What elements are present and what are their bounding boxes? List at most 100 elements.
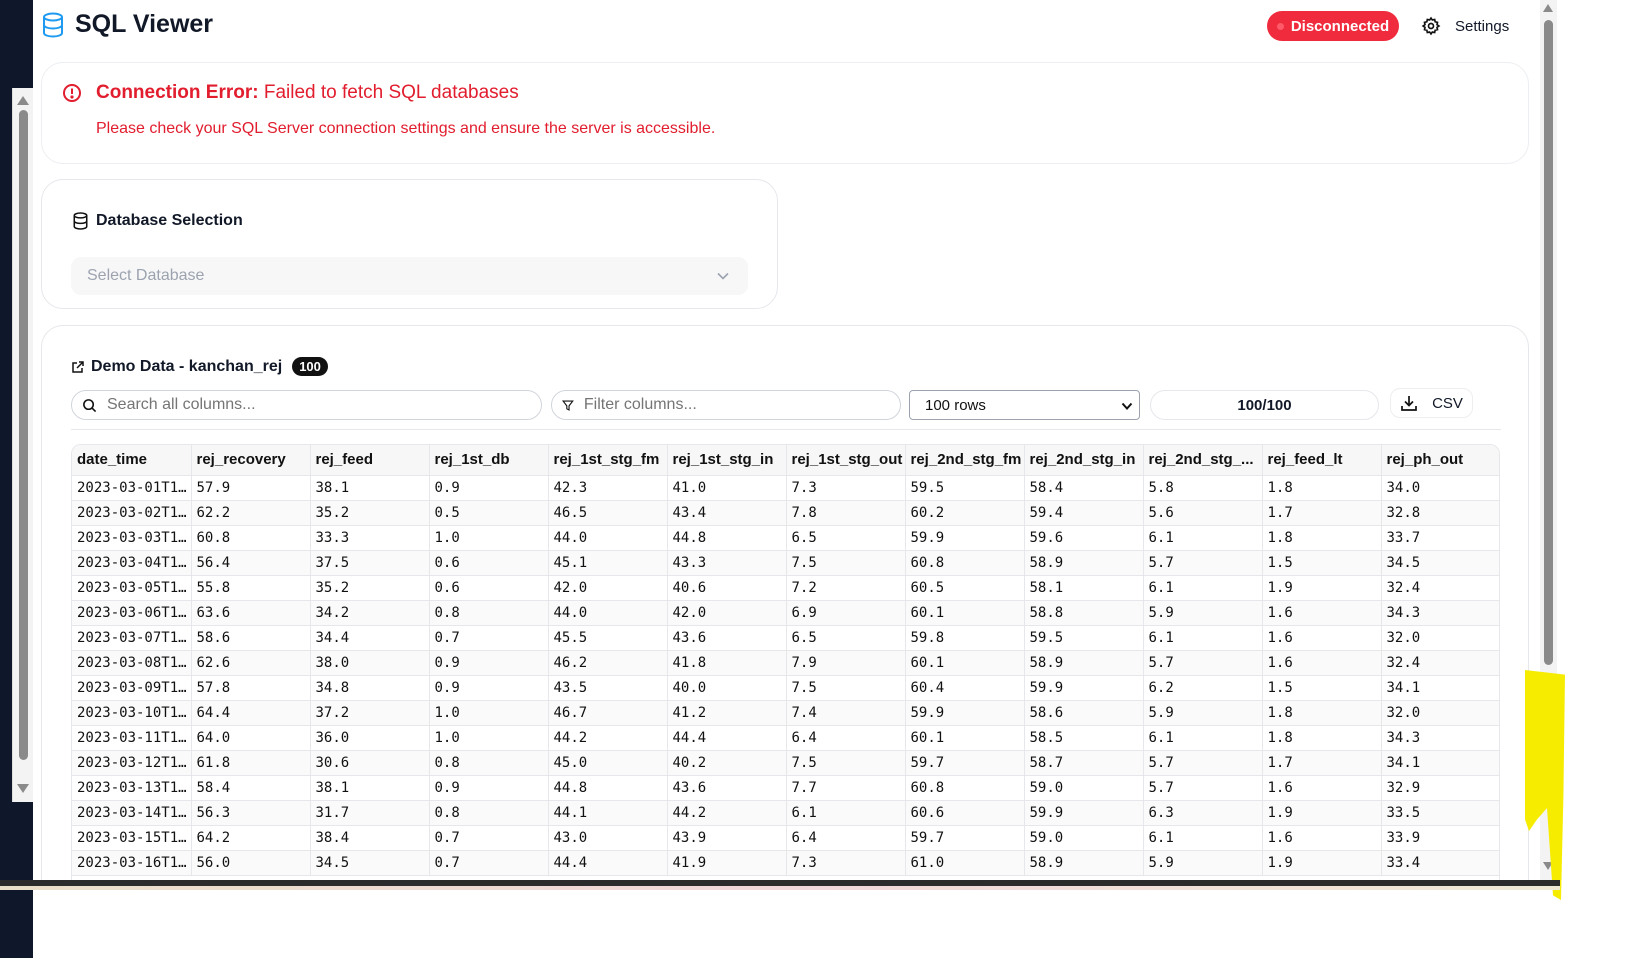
left-scrollbar-thumb[interactable] — [19, 110, 28, 760]
column-header[interactable]: rej_feed_lt — [1262, 445, 1382, 476]
table-cell: 59.6 — [1024, 525, 1144, 551]
table-cell: 6.4 — [786, 825, 906, 851]
left-scrollbar[interactable] — [12, 88, 33, 802]
table-row[interactable]: 2023-03-05T1… 55.8 35.2 0.6 42.0 40.6 7.2 60.5 5… — [72, 575, 1499, 601]
table-cell: 1.9 — [1262, 850, 1382, 876]
table-cell: 60.5 — [905, 575, 1025, 601]
column-header[interactable]: rej_2nd_stg_in — [1024, 445, 1144, 476]
table-cell: 6.1 — [1143, 725, 1263, 751]
table-cell: 37.2 — [310, 700, 430, 726]
table-cell: 5.9 — [1143, 850, 1263, 876]
rows-per-page-select[interactable]: 100 rows — [909, 390, 1140, 420]
column-header[interactable]: rej_feed — [310, 445, 430, 476]
table-cell: 32.9 — [1381, 775, 1499, 801]
column-header[interactable]: rej_ph_out — [1381, 445, 1499, 476]
table-cell: 1.0 — [429, 725, 549, 751]
database-select-dropdown[interactable]: Select Database — [71, 257, 748, 295]
table-row[interactable]: 2023-03-16T1… 56.0 34.5 0.7 44.4 41.9 7.3 61.0 5… — [72, 850, 1499, 876]
column-header[interactable]: rej_2nd_stg_... — [1143, 445, 1263, 476]
table-cell: 34.1 — [1381, 750, 1499, 776]
table-row[interactable]: 2023-03-04T1… 56.4 37.5 0.6 45.1 43.3 7.5 60.8 5… — [72, 550, 1499, 576]
table-cell: 60.1 — [905, 600, 1025, 626]
table-row[interactable]: 2023-03-15T1… 64.2 38.4 0.7 43.0 43.9 6.4 59.7 5… — [72, 825, 1499, 851]
column-header[interactable]: rej_1st_stg_out — [786, 445, 906, 476]
table-cell: 34.5 — [1381, 550, 1499, 576]
table-cell: 42.0 — [667, 600, 787, 626]
settings-button[interactable]: Settings — [1421, 12, 1509, 40]
table-cell: 6.1 — [1143, 525, 1263, 551]
table-cell: 2023-03-01T1… — [72, 475, 192, 501]
table-cell: 38.0 — [310, 650, 430, 676]
column-header[interactable]: rej_2nd_stg_fm — [905, 445, 1025, 476]
search-all-columns-field[interactable] — [71, 390, 542, 420]
data-table-title: Demo Data - kanchan_rej — [91, 357, 283, 375]
column-header[interactable]: rej_1st_stg_in — [667, 445, 787, 476]
table-cell: 0.7 — [429, 850, 549, 876]
table-row[interactable]: 2023-03-02T1… 62.2 35.2 0.5 46.5 43.4 7.8 60.2 5… — [72, 500, 1499, 526]
column-header[interactable]: rej_recovery — [191, 445, 311, 476]
scroll-up-arrow-icon[interactable] — [1543, 4, 1553, 12]
table-cell: 2023-03-15T1… — [72, 825, 192, 851]
table-cell: 59.7 — [905, 750, 1025, 776]
table-row[interactable]: 2023-03-09T1… 57.8 34.8 0.9 43.5 40.0 7.5 60.4 5… — [72, 675, 1499, 701]
table-row[interactable]: 2023-03-01T1… 57.9 38.1 0.9 42.3 41.0 7.3 59.5 5… — [72, 475, 1499, 501]
table-cell: 60.1 — [905, 650, 1025, 676]
table-row[interactable]: 2023-03-13T1… 58.4 38.1 0.9 44.8 43.6 7.7 60.8 5… — [72, 775, 1499, 801]
scroll-down-arrow-icon[interactable] — [17, 784, 29, 793]
table-cell: 0.9 — [429, 775, 549, 801]
data-table-card: Demo Data - kanchan_rej 100 100 rows 100… — [41, 325, 1529, 880]
table-cell: 57.9 — [191, 475, 311, 501]
table-cell: 5.9 — [1143, 700, 1263, 726]
table-row[interactable]: 2023-03-07T1… 58.6 34.4 0.7 45.5 43.6 6.5 59.8 5… — [72, 625, 1499, 651]
table-cell: 6.1 — [786, 800, 906, 826]
table-cell: 59.5 — [905, 475, 1025, 501]
table-cell: 1.8 — [1262, 475, 1382, 501]
table-cell: 34.0 — [1381, 475, 1499, 501]
export-csv-button[interactable]: CSV — [1390, 388, 1473, 418]
table-cell: 1.6 — [1262, 600, 1382, 626]
table-row[interactable]: 2023-03-08T1… 62.6 38.0 0.9 46.2 41.8 7.9 60.1 5… — [72, 650, 1499, 676]
database-selection-title: Database Selection — [96, 212, 243, 229]
table-cell: 2023-03-10T1… — [72, 700, 192, 726]
table-cell: 60.4 — [905, 675, 1025, 701]
right-scrollbar-thumb[interactable] — [1544, 20, 1553, 665]
table-row[interactable]: 2023-03-06T1… 63.6 34.2 0.8 44.0 42.0 6.9 60.1 5… — [72, 600, 1499, 626]
column-header[interactable]: date_time — [72, 445, 192, 476]
table-row[interactable]: 2023-03-03T1… 60.8 33.3 1.0 44.0 44.8 6.5 59.9 5… — [72, 525, 1499, 551]
table-row[interactable]: 2023-03-11T1… 64.0 36.0 1.0 44.2 44.4 6.4 60.1 5… — [72, 725, 1499, 751]
table-row[interactable]: 2023-03-10T1… 64.4 37.2 1.0 46.7 41.2 7.4 59.9 5… — [72, 700, 1499, 726]
error-title: Connection Error: — [96, 82, 259, 103]
filter-input[interactable] — [583, 396, 900, 414]
app-window: SQL Viewer Disconnected Settings Connect… — [33, 0, 1540, 880]
table-cell: 40.2 — [667, 750, 787, 776]
table-cell: 1.8 — [1262, 700, 1382, 726]
search-input[interactable] — [107, 396, 507, 414]
table-cell: 37.5 — [310, 550, 430, 576]
table-row[interactable]: 2023-03-14T1… 56.3 31.7 0.8 44.1 44.2 6.1 60.6 5… — [72, 800, 1499, 826]
scroll-up-arrow-icon[interactable] — [17, 96, 29, 105]
table-cell: 1.8 — [1262, 725, 1382, 751]
column-header[interactable]: rej_1st_db — [429, 445, 549, 476]
table-cell: 58.9 — [1024, 650, 1144, 676]
table-cell: 1.0 — [429, 525, 549, 551]
table-cell: 59.5 — [1024, 625, 1144, 651]
table-cell: 63.6 — [191, 600, 311, 626]
table-row[interactable]: 2023-03-12T1… 61.8 30.6 0.8 45.0 40.2 7.5 59.7 5… — [72, 750, 1499, 776]
table-cell: 0.8 — [429, 750, 549, 776]
table-cell: 34.8 — [310, 675, 430, 701]
status-dot-icon — [1276, 22, 1284, 30]
table-cell: 56.4 — [191, 550, 311, 576]
column-header[interactable]: rej_1st_stg_fm — [548, 445, 668, 476]
table-cell: 0.6 — [429, 550, 549, 576]
filter-columns-field[interactable] — [551, 390, 901, 420]
table-cell: 44.4 — [667, 725, 787, 751]
table-cell: 44.2 — [548, 725, 668, 751]
table-cell: 57.8 — [191, 675, 311, 701]
table-cell: 64.0 — [191, 725, 311, 751]
table-cell: 6.9 — [786, 600, 906, 626]
table-cell: 2023-03-06T1… — [72, 600, 192, 626]
error-summary: Failed to fetch SQL databases — [263, 82, 519, 103]
table-cell: 59.0 — [1024, 775, 1144, 801]
external-link-icon[interactable] — [71, 360, 85, 374]
table-cell: 2023-03-05T1… — [72, 575, 192, 601]
